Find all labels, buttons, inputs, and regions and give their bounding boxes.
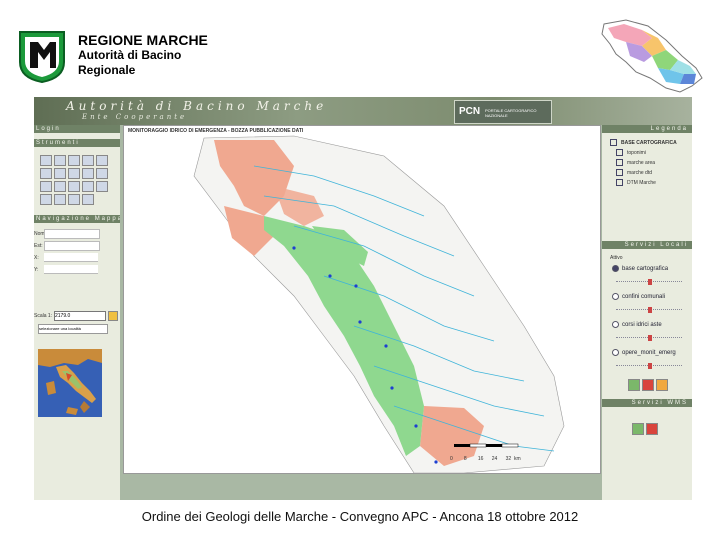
legend-title: BASE CARTOGRAFICA bbox=[610, 139, 677, 146]
banner-title: Autorità di Bacino Marche bbox=[66, 99, 328, 113]
opacity-slider[interactable] bbox=[616, 363, 682, 369]
legend-title-checkbox[interactable] bbox=[610, 139, 617, 146]
legend-item-checkbox[interactable] bbox=[616, 149, 623, 156]
right-panel: Legenda BASE CARTOGRAFICA toponimi march… bbox=[602, 125, 692, 500]
login-header[interactable]: Login bbox=[34, 125, 120, 133]
scale-input[interactable]: 2179.0 bbox=[54, 311, 106, 321]
pan-icon[interactable] bbox=[68, 155, 80, 166]
x-field[interactable] bbox=[44, 253, 98, 262]
legend-item: marche area bbox=[616, 159, 655, 166]
apply-icon[interactable] bbox=[628, 379, 640, 391]
scale-bar-labels: 0 8 16 24 32 km bbox=[450, 456, 521, 462]
app-banner: Autorità di Bacino Marche Ente Cooperant… bbox=[34, 97, 692, 125]
pcn-logo: PCN PORTALE CARTOGRAFICO NAZIONALE bbox=[454, 100, 552, 124]
est-field[interactable] bbox=[44, 241, 100, 251]
zoom-out-icon[interactable] bbox=[54, 155, 66, 166]
header-subtitle: Autorità di Bacino Regionale bbox=[78, 48, 182, 77]
remove-wms-icon[interactable] bbox=[646, 423, 658, 435]
active-label: Attivo bbox=[610, 255, 623, 261]
layer-radio[interactable] bbox=[612, 349, 619, 356]
opacity-slider[interactable] bbox=[616, 279, 682, 285]
scale-tick: 16 bbox=[477, 456, 484, 462]
flag-icon[interactable] bbox=[40, 194, 52, 205]
zoom-extent-icon[interactable] bbox=[82, 155, 94, 166]
legend-item: toponimi bbox=[616, 149, 646, 156]
field-label-est: Est: bbox=[34, 243, 43, 249]
field-label-x: X: bbox=[34, 255, 39, 261]
legend-item-checkbox[interactable] bbox=[616, 169, 623, 176]
layer-radio[interactable] bbox=[612, 265, 619, 272]
go-scale-icon[interactable] bbox=[108, 311, 118, 321]
layer-radio[interactable] bbox=[612, 293, 619, 300]
remove-icon[interactable] bbox=[642, 379, 654, 391]
region-marche-map bbox=[601, 19, 703, 93]
layer-radio[interactable] bbox=[612, 321, 619, 328]
zoom-previous-icon[interactable] bbox=[96, 155, 108, 166]
left-panel: Login Strumenti Navigazione Mappa Nom: E… bbox=[34, 125, 120, 500]
layer-row: corsi idrici aste bbox=[612, 321, 662, 328]
help-icon[interactable] bbox=[82, 194, 94, 205]
map-view[interactable]: MONITORAGGIO IDRICO DI EMERGENZA - BOZZA… bbox=[123, 125, 601, 474]
local-services-header[interactable]: Servizi Locali bbox=[602, 241, 692, 249]
draw-icon[interactable] bbox=[68, 181, 80, 192]
export-icon[interactable] bbox=[96, 181, 108, 192]
tools-header[interactable]: Strumenti bbox=[34, 139, 120, 147]
refresh-icon[interactable] bbox=[656, 379, 668, 391]
area-icon[interactable] bbox=[82, 168, 94, 179]
banner-subtitle: Ente Cooperante bbox=[82, 113, 188, 121]
layer-row: base cartografica bbox=[612, 265, 668, 272]
opacity-slider[interactable] bbox=[616, 335, 682, 341]
legend-item: DTM Marche bbox=[616, 179, 656, 186]
webgis-application: Autorità di Bacino Marche Ente Cooperant… bbox=[34, 97, 692, 500]
locality-select[interactable]: selezionare una località bbox=[38, 324, 108, 334]
legend-item: marche dtd bbox=[616, 169, 652, 176]
scale-tick: 8 bbox=[463, 456, 467, 462]
map-scale-bar bbox=[454, 443, 519, 448]
regione-marche-logo bbox=[19, 31, 65, 84]
header-title: REGIONE MARCHE bbox=[78, 32, 208, 48]
link-icon[interactable] bbox=[68, 194, 80, 205]
italy-overview-map[interactable] bbox=[38, 349, 102, 417]
measure-icon[interactable] bbox=[68, 168, 80, 179]
identify-icon[interactable] bbox=[40, 168, 52, 179]
scale-unit: km bbox=[513, 456, 521, 462]
print-icon[interactable] bbox=[96, 168, 108, 179]
edit-icon[interactable] bbox=[40, 181, 52, 192]
wms-services-header[interactable]: Servizi WMS bbox=[602, 399, 692, 407]
layer-row: confini comunali bbox=[612, 293, 665, 300]
zoom-in-icon[interactable] bbox=[40, 155, 52, 166]
layer-row: opere_monit_emerg bbox=[612, 349, 676, 356]
scale-tick: 0 bbox=[450, 456, 453, 462]
scale-tick: 32 bbox=[505, 456, 512, 462]
select-icon[interactable] bbox=[54, 168, 66, 179]
legend-item-checkbox[interactable] bbox=[616, 159, 623, 166]
navigation-header[interactable]: Navigazione Mappa bbox=[34, 215, 120, 223]
field-label-y: Y: bbox=[34, 267, 39, 273]
query-icon[interactable] bbox=[54, 181, 66, 192]
legend-item-checkbox[interactable] bbox=[616, 179, 623, 186]
opacity-slider[interactable] bbox=[616, 307, 682, 313]
y-field[interactable] bbox=[44, 265, 98, 274]
add-wms-icon[interactable] bbox=[632, 423, 644, 435]
footer-caption: Ordine dei Geologi delle Marche - Conveg… bbox=[141, 509, 579, 524]
map-canvas[interactable] bbox=[124, 126, 600, 473]
nom-field[interactable] bbox=[44, 229, 100, 239]
bookmark-icon[interactable] bbox=[54, 194, 66, 205]
clear-icon[interactable] bbox=[82, 181, 94, 192]
scale-label: Scala 1: bbox=[34, 313, 53, 319]
scale-tick: 24 bbox=[491, 456, 498, 462]
legend-header[interactable]: Legenda bbox=[602, 125, 692, 133]
